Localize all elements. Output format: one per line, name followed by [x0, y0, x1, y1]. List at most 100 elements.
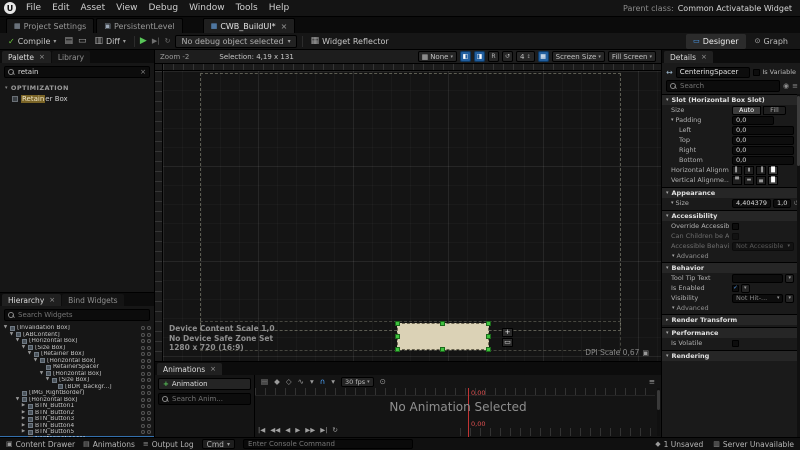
- tab-library[interactable]: Library: [52, 51, 90, 63]
- play-icon[interactable]: ▶: [140, 36, 147, 46]
- chevron-down-icon[interactable]: ▾: [671, 117, 674, 123]
- eye-filter-icon[interactable]: ◉: [783, 82, 789, 90]
- lock-right-toggle-icon[interactable]: ◨: [474, 51, 485, 62]
- visibility-icon[interactable]: [141, 404, 145, 408]
- expand-arrow-icon[interactable]: ▼: [15, 338, 20, 345]
- grid-snap-size-stepper[interactable]: 4 ↕: [516, 51, 535, 62]
- curve-editor-icon[interactable]: ∿: [298, 377, 304, 386]
- expand-arrow-icon[interactable]: ▼: [33, 358, 38, 365]
- visibility-icon[interactable]: [141, 385, 145, 389]
- resize-handle[interactable]: [486, 334, 491, 339]
- is-variable-toggle[interactable]: Is Variable: [753, 68, 796, 76]
- visibility-icon[interactable]: [141, 430, 145, 434]
- design-canvas[interactable]: + ▭ Device Content Scale 1,0 No Device S…: [163, 71, 661, 361]
- console-command-input[interactable]: [248, 440, 408, 448]
- halign-center-button[interactable]: ▮: [744, 166, 754, 175]
- lock-icon[interactable]: [147, 365, 151, 369]
- lock-icon[interactable]: [147, 398, 151, 402]
- close-icon[interactable]: ×: [701, 53, 707, 61]
- unsaved-changes-button[interactable]: ◆ 1 Unsaved: [655, 440, 703, 449]
- lock-icon[interactable]: [147, 424, 151, 428]
- size-fill-button[interactable]: Fill: [763, 106, 786, 115]
- menu-view[interactable]: View: [111, 0, 142, 17]
- clear-search-icon[interactable]: ×: [140, 68, 146, 76]
- visibility-icon[interactable]: [141, 424, 145, 428]
- visibility-icon[interactable]: [141, 372, 145, 376]
- can-children-checkbox[interactable]: [732, 233, 739, 240]
- behavior-advanced-expander[interactable]: ▾ Advanced: [662, 303, 797, 312]
- section-rendering[interactable]: ▾ Rendering: [662, 350, 797, 361]
- widget-reflector-button[interactable]: ▦ Widget Reflector: [308, 34, 392, 49]
- save-icon[interactable]: ▤: [64, 36, 73, 46]
- r-toggle-button[interactable]: R: [488, 51, 499, 62]
- halign-right-button[interactable]: ▐: [756, 166, 766, 175]
- section-appearance[interactable]: ▾ Appearance: [662, 187, 797, 198]
- lock-icon[interactable]: [147, 333, 151, 337]
- tab-animations[interactable]: Animations ×: [157, 363, 222, 375]
- section-slot[interactable]: ▾ Slot (Horizontal Box Slot): [662, 94, 797, 105]
- padding-left-input[interactable]: 0,0: [732, 126, 794, 135]
- lock-icon[interactable]: [147, 385, 151, 389]
- visibility-icon[interactable]: [141, 398, 145, 402]
- animations-drawer-button[interactable]: ▤ Animations: [83, 440, 135, 449]
- screen-size-dropdown[interactable]: Screen Size ▾: [552, 51, 605, 62]
- lock-left-toggle-icon[interactable]: ◧: [460, 51, 471, 62]
- visibility-icon[interactable]: [141, 411, 145, 415]
- jump-end-icon[interactable]: ▶|: [320, 426, 327, 434]
- valign-center-button[interactable]: ▬: [744, 176, 754, 185]
- resize-handle[interactable]: [395, 334, 400, 339]
- tab-palette[interactable]: Palette ×: [2, 51, 51, 63]
- resize-handle[interactable]: [440, 347, 445, 352]
- section-performance[interactable]: ▾ Performance: [662, 327, 797, 338]
- visibility-icon[interactable]: [141, 333, 145, 337]
- menu-help[interactable]: Help: [264, 0, 295, 17]
- close-icon[interactable]: ×: [39, 53, 45, 61]
- resize-handle[interactable]: [440, 321, 445, 326]
- resize-handle[interactable]: [395, 321, 400, 326]
- resize-handle[interactable]: [395, 347, 400, 352]
- parent-class-link[interactable]: Common Activatable Widget: [678, 4, 792, 13]
- expand-arrow-icon[interactable]: ▶: [21, 429, 26, 436]
- menu-window[interactable]: Window: [184, 0, 230, 17]
- fast-forward-icon[interactable]: ▶▶: [305, 426, 315, 434]
- designer-mode-button[interactable]: ▭ Designer: [686, 34, 745, 49]
- widget-name-field[interactable]: CenteringSpacer: [676, 67, 751, 78]
- tab-project-settings[interactable]: ▦ Project Settings: [6, 18, 94, 33]
- browse-icon[interactable]: ▭: [78, 36, 87, 46]
- compile-button[interactable]: ✓ Compile ▾: [5, 34, 59, 49]
- lock-icon[interactable]: [147, 352, 151, 356]
- padding-right-input[interactable]: 0,0: [732, 146, 794, 155]
- palette-search-input[interactable]: [18, 68, 137, 76]
- padding-top-input[interactable]: 0,0: [732, 136, 794, 145]
- close-icon[interactable]: ×: [281, 22, 288, 31]
- lock-icon[interactable]: [147, 359, 151, 363]
- halign-fill-button[interactable]: █: [768, 166, 778, 175]
- visibility-dropdown[interactable]: Not Hit-... ▾: [732, 294, 783, 303]
- tab-bind-widgets[interactable]: Bind Widgets: [62, 294, 123, 306]
- save-icon[interactable]: ▤: [261, 377, 268, 386]
- resize-handle[interactable]: [486, 347, 491, 352]
- fill-screen-dropdown[interactable]: Fill Screen ▾: [608, 51, 656, 62]
- lock-icon[interactable]: [147, 404, 151, 408]
- padding-bottom-input[interactable]: 0,0: [732, 156, 794, 165]
- chevron-down-icon[interactable]: ▾: [671, 200, 674, 206]
- section-render-transform[interactable]: ▸ Render Transform: [662, 314, 797, 325]
- range-icon[interactable]: ⊙: [380, 377, 386, 386]
- add-widget-button[interactable]: +: [502, 328, 513, 337]
- valign-bottom-button[interactable]: ▄: [756, 176, 766, 185]
- is-volatile-checkbox[interactable]: [732, 340, 739, 347]
- valign-fill-button[interactable]: █: [768, 176, 778, 185]
- lock-icon[interactable]: [147, 378, 151, 382]
- lock-icon[interactable]: [147, 326, 151, 330]
- close-icon[interactable]: ×: [49, 296, 55, 304]
- lock-icon[interactable]: [147, 372, 151, 376]
- expand-arrow-icon[interactable]: ▼: [3, 325, 8, 332]
- console-command-field[interactable]: [243, 439, 413, 449]
- visibility-icon[interactable]: [141, 391, 145, 395]
- add-animation-button[interactable]: + Animation: [158, 378, 251, 390]
- expand-arrow-icon[interactable]: ▼: [9, 332, 14, 339]
- visibility-icon[interactable]: [141, 352, 145, 356]
- timeline-range-ruler[interactable]: [460, 428, 655, 436]
- lock-icon[interactable]: [147, 339, 151, 343]
- palette-search[interactable]: ×: [4, 66, 150, 78]
